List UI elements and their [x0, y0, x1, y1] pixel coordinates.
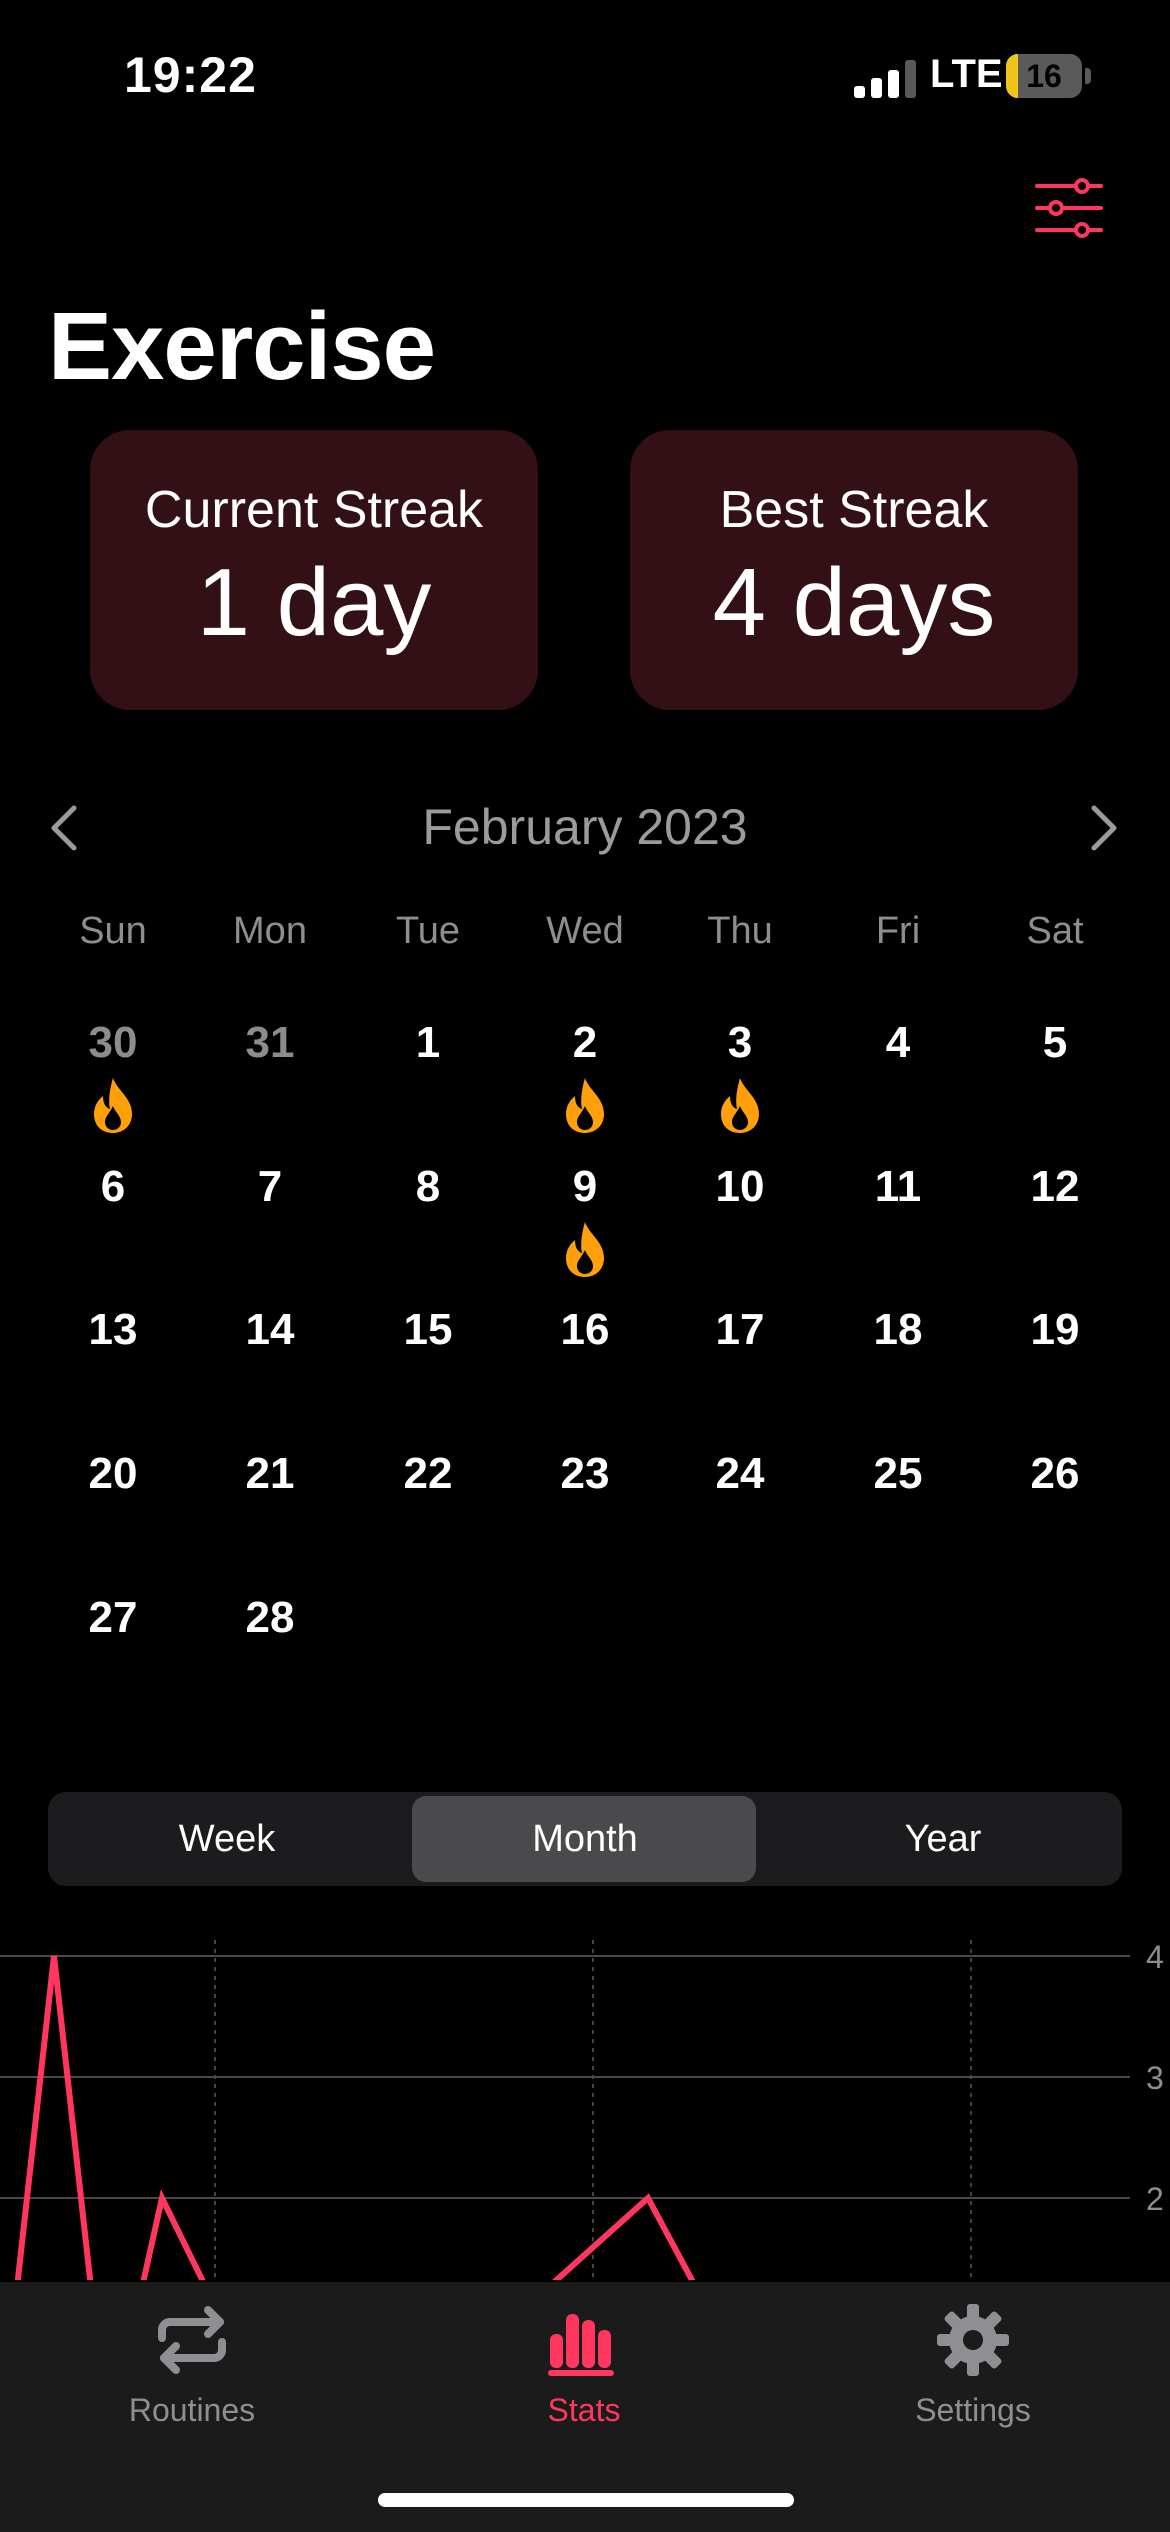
current-streak-card: Current Streak 1 day	[90, 430, 538, 710]
calendar-day[interactable]: 22	[368, 1449, 488, 1499]
best-streak-label: Best Streak	[719, 481, 989, 539]
calendar-day[interactable]: 9	[525, 1162, 645, 1212]
calendar-day[interactable]: 6	[53, 1162, 173, 1212]
calendar-day[interactable]: 10	[680, 1162, 800, 1212]
tab-stats-label: Stats	[547, 2392, 621, 2428]
gear-icon	[937, 2304, 1009, 2376]
calendar-day[interactable]: 17	[680, 1305, 800, 1355]
calendar-day[interactable]: 1	[368, 1018, 488, 1068]
calendar-day[interactable]: 8	[368, 1162, 488, 1212]
weekday-sat: Sat	[1026, 910, 1084, 952]
calendar-day[interactable]: 30	[53, 1018, 173, 1068]
calendar-day[interactable]: 25	[838, 1449, 958, 1499]
network-type: LTE	[930, 52, 1003, 96]
tab-settings[interactable]: Settings	[823, 2282, 1123, 2462]
cellular-signal-icon	[854, 60, 916, 98]
weekday-thu: Thu	[707, 910, 773, 952]
calendar-day[interactable]: 15	[368, 1305, 488, 1355]
calendar-day[interactable]: 20	[53, 1449, 173, 1499]
calendar-day[interactable]: 5	[995, 1018, 1115, 1068]
tab-routines[interactable]: Routines	[42, 2282, 342, 2462]
chart-tick-label: 3	[1146, 2060, 1164, 2096]
calendar-day[interactable]: 16	[525, 1305, 645, 1355]
calendar-day[interactable]: 13	[53, 1305, 173, 1355]
calendar-day[interactable]: 11	[838, 1162, 958, 1212]
home-indicator	[378, 2493, 794, 2507]
weekday-fri: Fri	[875, 910, 921, 952]
calendar-day[interactable]: 28	[210, 1593, 330, 1643]
segment-week[interactable]: Week	[48, 1792, 406, 1886]
weekday-wed: Wed	[546, 910, 624, 952]
period-segmented-control: Week Month Year	[48, 1792, 1122, 1886]
stats-line-chart: 4 3 2	[0, 1940, 1164, 2280]
weekday-tue: Tue	[395, 910, 461, 952]
chevron-right-icon[interactable]	[1084, 800, 1124, 856]
chart-tick-label: 4	[1146, 1940, 1164, 1975]
best-streak-value: 4 days	[712, 549, 996, 656]
calendar-day[interactable]: 21	[210, 1449, 330, 1499]
segment-year[interactable]: Year	[764, 1792, 1122, 1886]
flame-icon	[88, 1076, 138, 1134]
calendar-day[interactable]: 2	[525, 1018, 645, 1068]
calendar-day[interactable]: 26	[995, 1449, 1115, 1499]
segment-month[interactable]: Month	[406, 1792, 764, 1886]
battery-tip	[1085, 68, 1091, 84]
tab-stats[interactable]: Stats	[434, 2282, 734, 2462]
calendar-day[interactable]: 23	[525, 1449, 645, 1499]
calendar-day[interactable]: 27	[53, 1593, 173, 1643]
page-title: Exercise	[48, 293, 436, 400]
flame-icon	[560, 1076, 610, 1134]
battery-level: 16	[1026, 58, 1062, 94]
calendar-day[interactable]: 3	[680, 1018, 800, 1068]
repeat-icon	[158, 2306, 226, 2374]
chart-series-line	[14, 1955, 696, 2280]
bar-chart-icon	[548, 2314, 614, 2376]
chart-tick-label: 2	[1146, 2181, 1164, 2217]
best-streak-card: Best Streak 4 days	[630, 430, 1078, 710]
weekday-sun: Sun	[79, 910, 147, 952]
calendar-day[interactable]: 7	[210, 1162, 330, 1212]
calendar-day[interactable]: 31	[210, 1018, 330, 1068]
weekday-mon: Mon	[233, 910, 307, 952]
weekday-header: Sun Mon Tue Wed Thu Fri Sat	[0, 910, 1170, 960]
current-streak-value: 1 day	[196, 549, 432, 656]
status-time: 19:22	[124, 47, 257, 103]
calendar-day[interactable]: 12	[995, 1162, 1115, 1212]
tab-settings-label: Settings	[915, 2392, 1031, 2428]
calendar-day[interactable]: 14	[210, 1305, 330, 1355]
flame-icon	[560, 1220, 610, 1278]
calendar-day[interactable]: 19	[995, 1305, 1115, 1355]
battery-icon: 16	[1006, 54, 1082, 98]
calendar-day[interactable]: 18	[838, 1305, 958, 1355]
current-streak-label: Current Streak	[144, 481, 484, 539]
flame-icon	[715, 1076, 765, 1134]
tab-routines-label: Routines	[128, 2392, 256, 2428]
sliders-icon[interactable]	[1034, 178, 1104, 238]
month-title: February 2023	[422, 799, 748, 855]
calendar-day[interactable]: 24	[680, 1449, 800, 1499]
calendar-day[interactable]: 4	[838, 1018, 958, 1068]
